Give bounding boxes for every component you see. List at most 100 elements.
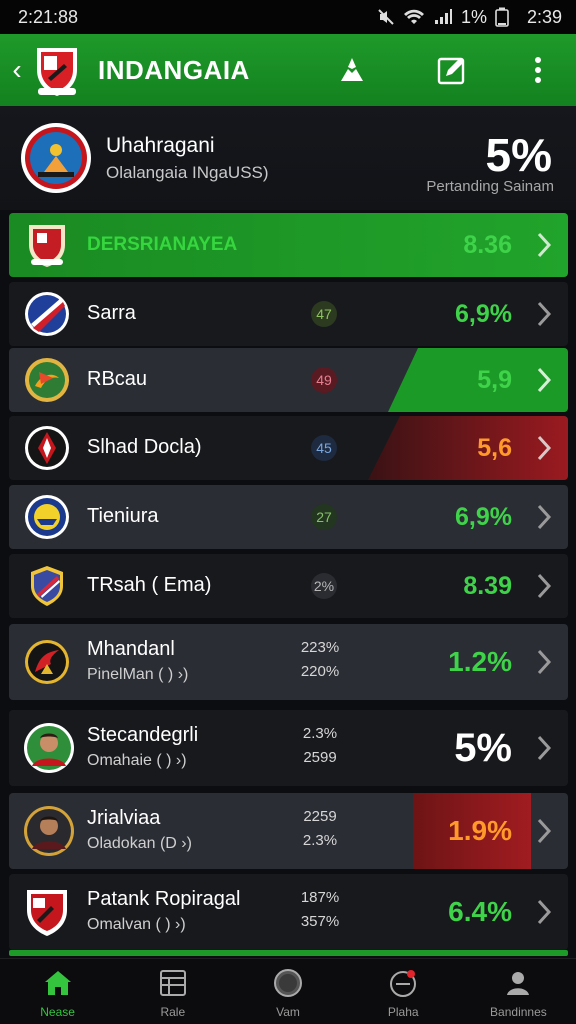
row-name: Tieniura [87,505,159,527]
list-item[interactable]: Sarra 47 6,9% [9,282,568,346]
chevron-right-icon [537,232,552,258]
row-value: 1.2% [448,646,512,677]
team-logo-icon [21,123,91,193]
row-value: 5% [454,726,512,770]
row-stat-2: 2.3% [302,832,338,849]
row-stats: 2259 2.3% [295,805,345,853]
team-subtitle: Olalangaia INgaUSS) [106,163,269,182]
crest-icon [29,225,65,267]
list-item[interactable]: RBcau 49 5,9 [9,348,568,412]
row-value: 5,6 [477,434,512,462]
notification-icon [390,970,417,997]
row-stat-2: 2599 [303,749,337,766]
status-clock: 2:39 [526,6,562,27]
nav-label: Plaha [387,1005,419,1019]
back-button[interactable]: ‹ [4,54,30,86]
signal-icon [434,9,452,24]
row-badge: 47 [311,301,337,327]
chevron-right-icon [537,735,552,761]
row-stat-2: 220% [300,663,340,680]
status-bar: 2:21:88 1% 2:39 [0,0,576,34]
user-icon [507,972,530,995]
row-stats: 187% 357% [295,886,345,934]
nav-match[interactable]: Vam [230,959,345,1024]
row-stat-1: 2259 [303,808,337,825]
list-item[interactable]: Stecandegrli Omahaie ( ) ›) 2.3% 2599 5% [9,710,568,786]
list-item[interactable]: Patank Ropiragal Omalvan ( ) ›) 187% 357… [9,874,568,950]
chevron-right-icon [537,649,552,675]
chevron-right-icon [537,504,552,530]
nav-label: Nease [40,1005,75,1019]
row-value: 6.4% [448,896,512,927]
row-value: 8.39 [463,572,512,600]
more-button[interactable] [520,52,556,88]
nav-label: Vam [276,1005,300,1019]
chevron-right-icon [537,301,552,327]
nav-home[interactable]: Nease [0,959,115,1024]
team-header: Uhahragani Olalangaia INgaUSS) 5% Pertan… [0,106,576,210]
team-name: Uhahragani [106,134,215,157]
trophy-button[interactable] [334,52,370,88]
ball-icon [274,969,302,997]
team-percent-label: Pertanding Sainam [426,178,554,195]
team-logo-icon [25,426,69,470]
table-icon [159,970,186,996]
chevron-right-icon [537,367,552,393]
row-name: TRsah ( Ema) [87,574,212,596]
row-name: Slhad Docla) [87,436,202,458]
row-subtitle: PinelMan ( ) ›) [87,666,189,683]
row-stats: 223% 220% [295,636,345,684]
nav-label: Bandinnes [490,1005,547,1019]
list-item[interactable]: DERSRIANAYEA 8.36 [9,213,568,277]
list-item[interactable]: Slhad Docla) 45 5,6 [9,416,568,480]
edit-button[interactable] [434,52,470,88]
nav-table[interactable]: Rale [115,959,230,1024]
list-item[interactable]: Jrialviaa Oladokan (D ›) 2259 2.3% 1.9% [9,793,568,869]
more-vert-icon [535,57,541,83]
list-item[interactable]: Tieniura 27 6,9% [9,485,568,549]
row-value: 6,9% [455,503,512,531]
row-badge: 27 [311,504,337,530]
nav-profile[interactable]: Bandinnes [461,959,576,1024]
row-subtitle: Omahaie ( ) ›) [87,752,187,769]
list-item[interactable]: Mhandanl PinelMan ( ) ›) 223% 220% 1.2% [9,624,568,700]
team-logo-icon [25,358,69,402]
bottom-nav: Nease Rale Vam Plaha Bandinnes [0,958,576,1024]
podium-icon [341,58,363,81]
row-subtitle: Omalvan ( ) ›) [87,916,186,933]
edit-icon [437,57,465,85]
list-item[interactable]: TRsah ( Ema) 2% 8.39 [9,554,568,618]
nav-label: Rale [160,1005,186,1019]
player-avatar [24,723,74,773]
mute-icon [378,9,394,25]
row-name: Jrialviaa [87,807,161,829]
row-value: 5,9 [477,366,512,394]
row-stats: 2.3% 2599 [295,722,345,770]
battery-icon [495,7,509,27]
team-logo-icon [25,495,69,539]
chevron-right-icon [537,573,552,599]
row-name: Mhandanl [87,638,175,660]
wifi-icon [403,9,424,24]
player-avatar [24,806,74,856]
home-icon [44,971,71,995]
crest-icon [27,890,67,936]
row-stat-2: 357% [300,913,340,930]
team-logo-icon [25,292,69,336]
chevron-right-icon [537,818,552,844]
row-badge: 45 [311,435,337,461]
row-name: Stecandegrli [87,724,199,746]
row-name: DERSRIANAYEA [87,234,238,255]
team-logo-icon [25,640,69,684]
row-value: 8.36 [463,231,512,259]
row-name: Sarra [87,302,136,324]
nav-alerts[interactable]: Plaha [346,959,461,1024]
team-logo-icon [31,566,63,606]
chevron-right-icon [537,899,552,925]
battery-percent: 1% [460,6,487,27]
row-subtitle: Oladokan (D ›) [87,835,192,852]
app-title: INDANGAIA [98,54,250,85]
row-value: 1.9% [448,815,512,846]
row-stat-1: 223% [300,639,340,656]
row-badge: 2% [311,573,337,599]
